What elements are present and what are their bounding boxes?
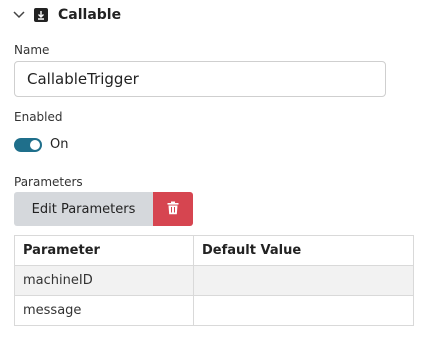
- table-row[interactable]: message: [14, 295, 414, 326]
- enabled-state-label: On: [50, 137, 69, 152]
- parameters-table: Parameter Default Value machineID messag…: [14, 235, 414, 326]
- section-title: Callable: [58, 7, 122, 23]
- enabled-toggle[interactable]: [14, 137, 42, 152]
- enabled-toggle-group: On: [14, 137, 68, 152]
- default-value-cell: [193, 265, 414, 296]
- table-header-row: Parameter Default Value: [14, 235, 414, 266]
- edit-parameters-button[interactable]: Edit Parameters: [14, 192, 153, 226]
- toggle-knob: [30, 139, 40, 150]
- parameter-cell: machineID: [14, 265, 194, 296]
- name-input[interactable]: CallableTrigger: [14, 61, 386, 97]
- parameter-cell: message: [14, 295, 194, 326]
- download-arrow-icon: [34, 8, 48, 22]
- parameters-label: Parameters: [14, 175, 83, 189]
- section-header[interactable]: Callable: [12, 4, 121, 26]
- enabled-label: Enabled: [14, 110, 63, 124]
- chevron-down-icon[interactable]: [12, 8, 26, 22]
- parameters-button-group: Edit Parameters: [14, 192, 193, 226]
- name-label: Name: [14, 43, 50, 57]
- default-value-cell: [193, 295, 414, 326]
- trash-icon: [167, 201, 179, 218]
- table-row[interactable]: machineID: [14, 265, 414, 296]
- delete-parameters-button[interactable]: [153, 192, 193, 226]
- column-header-parameter: Parameter: [14, 235, 194, 266]
- column-header-default-value: Default Value: [193, 235, 414, 266]
